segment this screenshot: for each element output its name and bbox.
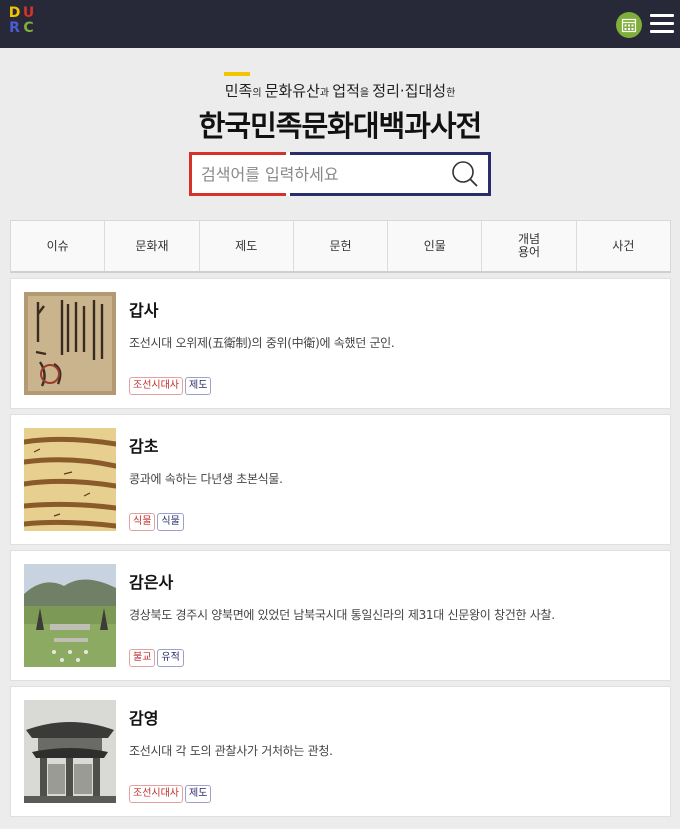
- tagline-segment: 한: [446, 88, 456, 99]
- tab-label-line: 사건: [612, 238, 635, 253]
- result-description: 조선시대 오위제(五衛制)의 중위(中衛)에 속했던 군인.: [129, 336, 395, 350]
- tagline-segment: 과: [319, 88, 333, 99]
- tab-2[interactable]: 제도: [200, 221, 294, 271]
- category-tag[interactable]: 조선시대사: [129, 785, 183, 803]
- result-thumbnail[interactable]: [24, 428, 116, 531]
- search-box: [189, 152, 491, 196]
- logo-letter: D: [8, 5, 21, 21]
- result-card[interactable]: 감초콩과에 속하는 다년생 초본식물. 식물 식물: [10, 414, 671, 545]
- tab-label: 제도: [235, 238, 258, 253]
- tab-label-line: 개념: [518, 232, 541, 246]
- tab-label-line: 인물: [423, 238, 446, 253]
- logo-letter: R: [9, 20, 20, 36]
- tagline-segment: 민족: [224, 82, 253, 100]
- hamburger-icon-line: [650, 30, 674, 33]
- category-tag[interactable]: 유적: [157, 649, 184, 667]
- calendar-icon: [621, 18, 637, 33]
- result-description: 조선시대 각 도의 관찰사가 거처하는 관청.: [129, 744, 333, 758]
- search-icon[interactable]: [451, 160, 479, 188]
- logo-letter: C: [23, 20, 34, 36]
- result-tags: 식물 식물: [129, 513, 184, 531]
- category-tag[interactable]: 제도: [185, 785, 212, 803]
- site-title: 한국민족문화대백과사전: [198, 109, 482, 143]
- tab-label: 사건: [612, 238, 635, 253]
- tab-label-line: 이슈: [46, 238, 69, 253]
- tab-label-line: 문헌: [329, 238, 352, 253]
- tab-1[interactable]: 문화재: [105, 221, 200, 271]
- category-tag[interactable]: 식물: [157, 513, 184, 531]
- result-card[interactable]: 갑사조선시대 오위제(五衛制)의 중위(中衛)에 속했던 군인. 조선시대사 제도: [10, 278, 671, 409]
- tab-label: 문헌: [329, 238, 352, 253]
- result-card[interactable]: 감영조선시대 각 도의 관찰사가 거처하는 관청. 조선시대사 제도: [10, 686, 671, 817]
- result-title[interactable]: 갑사: [129, 297, 158, 321]
- result-thumbnail[interactable]: [24, 700, 116, 803]
- result-thumbnail[interactable]: [24, 292, 116, 395]
- tab-label-line: 용어: [518, 245, 541, 259]
- result-thumbnail[interactable]: [24, 564, 116, 667]
- category-tag[interactable]: 식물: [129, 513, 156, 531]
- result-title[interactable]: 감영: [129, 705, 158, 729]
- tagline-segment: 업적: [332, 82, 360, 100]
- hero-accent-bar: [224, 72, 250, 76]
- tagline-segment: 문화유산: [264, 82, 320, 100]
- tagline-segment: 의: [252, 88, 265, 99]
- result-tags: 조선시대사 제도: [129, 785, 212, 803]
- tagline-segment: 을: [359, 88, 373, 99]
- category-tag[interactable]: 제도: [185, 377, 212, 395]
- tab-6[interactable]: 사건: [577, 221, 670, 271]
- hamburger-icon: [650, 14, 674, 17]
- site-logo[interactable]: D U R C: [8, 5, 36, 37]
- calendar-button[interactable]: [616, 12, 642, 38]
- tab-label: 인물: [423, 238, 446, 253]
- category-tag[interactable]: 불교: [129, 649, 156, 667]
- result-tags: 조선시대사 제도: [129, 377, 212, 395]
- result-description: 경상북도 경주시 양북면에 있었던 남북국시대 통일신라의 제31대 신문왕이 …: [129, 608, 555, 622]
- tab-label-line: 제도: [235, 238, 258, 253]
- category-tag[interactable]: 조선시대사: [129, 377, 183, 395]
- top-bar: D U R C: [0, 0, 680, 48]
- tab-label: 이슈: [46, 238, 69, 253]
- tab-0[interactable]: 이슈: [11, 221, 106, 271]
- tab-5[interactable]: 개념 용어: [482, 221, 577, 271]
- category-tabs: 이슈 문화재 제도 문헌 인물 개념 용어 사건: [10, 220, 671, 273]
- tab-3[interactable]: 문헌: [294, 221, 389, 271]
- menu-button[interactable]: [650, 13, 674, 35]
- logo-letter: U: [22, 5, 35, 21]
- search-input[interactable]: [201, 160, 441, 188]
- hamburger-icon-line: [650, 22, 674, 25]
- tab-4[interactable]: 인물: [388, 221, 483, 271]
- result-card[interactable]: 감은사경상북도 경주시 양북면에 있었던 남북국시대 통일신라의 제31대 신문…: [10, 550, 671, 681]
- tagline-segment: 정리·집대성: [372, 82, 447, 100]
- hero-tagline: 민족의 문화유산과 업적을 정리·집대성한: [0, 80, 680, 101]
- tab-label: 문화재: [135, 238, 169, 253]
- result-tags: 불교 유적: [129, 649, 184, 667]
- result-title[interactable]: 감은사: [129, 569, 173, 593]
- result-title[interactable]: 감초: [129, 433, 158, 457]
- tab-label: 개념 용어: [518, 233, 540, 259]
- tab-label-line: 문화재: [135, 238, 169, 253]
- result-description: 콩과에 속하는 다년생 초본식물.: [129, 472, 283, 486]
